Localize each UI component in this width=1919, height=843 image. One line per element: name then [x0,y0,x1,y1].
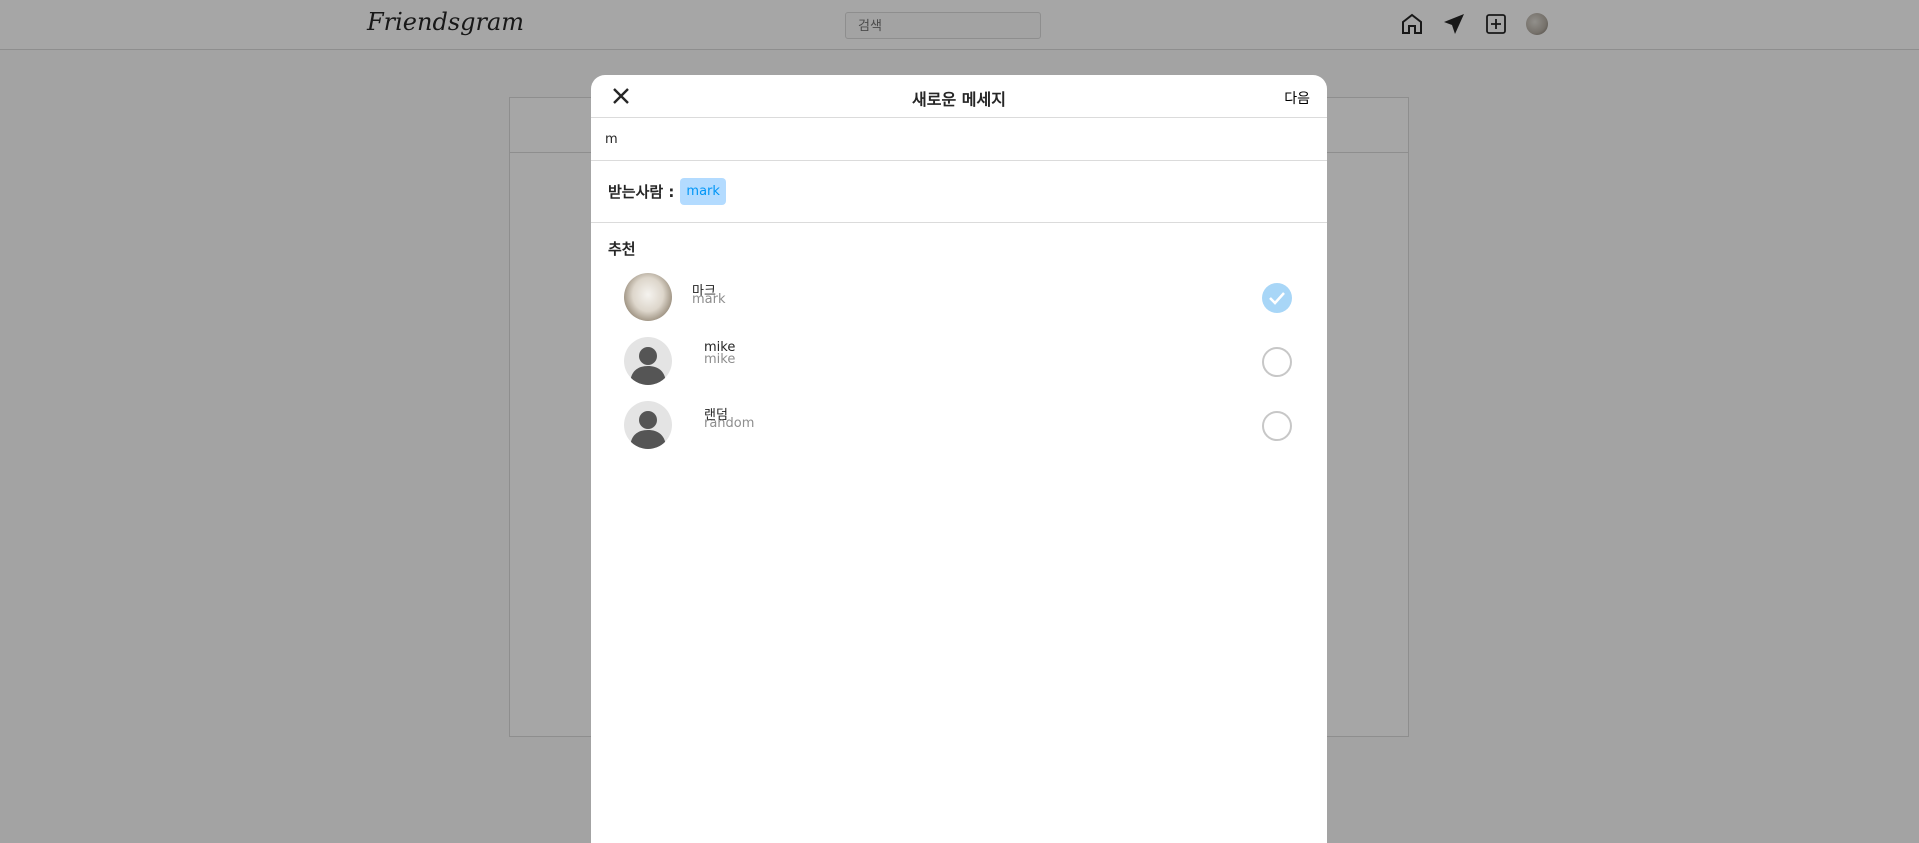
user-row-random[interactable]: 랜덤 random [591,393,1327,457]
unselected-check[interactable] [1262,411,1292,441]
next-button[interactable]: 다음 [1284,88,1310,108]
default-user-icon [630,411,666,449]
new-message-modal: 새로운 메세지 다음 받는사람 : mark 추천 마크 mark [591,75,1327,843]
user-row-mike[interactable]: mike mike [591,329,1327,393]
recipient-search-input[interactable] [605,131,1313,147]
avatar [624,337,672,385]
default-user-icon [630,347,666,385]
user-row-mark[interactable]: 마크 mark [591,265,1327,329]
recipient-search-row [591,118,1327,161]
avatar [624,401,672,449]
modal-title: 새로운 메세지 [912,90,1006,109]
recipient-label: 받는사람 : [608,183,675,201]
user-username: mark [692,292,726,307]
user-username: mike [704,352,736,367]
selected-check[interactable] [1262,283,1292,313]
unselected-check[interactable] [1262,347,1292,377]
avatar [624,273,672,321]
recipient-chip[interactable]: mark [680,178,726,205]
user-username: random [704,416,755,431]
suggested-section-title: 추천 [608,240,636,258]
modal-header: 새로운 메세지 다음 [591,75,1327,118]
recipients-row: 받는사람 : mark [591,161,1327,223]
suggested-user-list: 마크 mark mike mike 랜덤 random [591,265,1327,457]
checkmark-icon [1269,292,1285,305]
